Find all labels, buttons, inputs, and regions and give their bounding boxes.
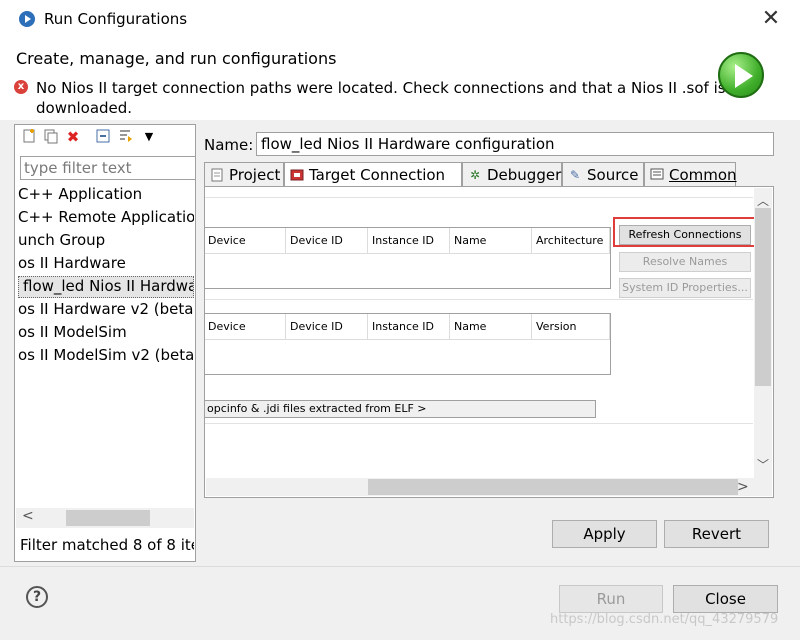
column-header[interactable]: Version <box>532 314 610 340</box>
common-icon <box>650 168 664 182</box>
tab-source[interactable]: ✎ Source <box>562 162 644 186</box>
panel-vertical-thumb[interactable] <box>755 208 771 386</box>
list-item[interactable]: os II Hardware <box>18 254 194 276</box>
tab-label: Target Connection <box>309 166 446 184</box>
list-item-selected[interactable]: flow_led Nios II Hardware configuration <box>18 276 194 298</box>
list-item[interactable]: C++ Remote Application <box>18 208 194 230</box>
list-item[interactable]: os II Hardware v2 (beta) <box>18 300 194 322</box>
dialog-title: Create, manage, and run configurations <box>16 49 337 68</box>
run-banner-icon <box>718 52 764 98</box>
run-button[interactable]: Run <box>559 585 663 613</box>
list-scroll-thumb[interactable] <box>66 510 150 526</box>
tab-common[interactable]: Common <box>644 162 737 186</box>
run-config-app-icon <box>18 10 36 28</box>
column-header[interactable]: Device ID <box>286 314 368 340</box>
column-header[interactable]: Device ID <box>286 228 368 254</box>
column-header[interactable]: Name <box>450 314 532 340</box>
new-config-icon[interactable] <box>20 128 38 146</box>
processors-table[interactable]: Device Device ID Instance ID Name Archit… <box>205 227 611 289</box>
watermark-text: https://blog.csdn.net/qq_43279579 <box>550 612 779 627</box>
scroll-up-icon[interactable]: ︿ <box>757 192 769 209</box>
error-message: No Nios II target connection paths were … <box>36 79 726 117</box>
list-item[interactable]: os II ModelSim v2 (beta) <box>18 346 194 368</box>
filter-status: Filter matched 8 of 8 items <box>20 536 194 554</box>
config-name-input[interactable]: flow_led Nios II Hardware configuration <box>256 132 774 156</box>
scroll-down-icon[interactable]: ﹀ <box>757 456 769 473</box>
column-header[interactable]: Instance ID <box>368 314 450 340</box>
tab-project[interactable]: Project <box>204 162 284 186</box>
filter-input[interactable]: type filter text <box>20 156 196 180</box>
page-icon <box>210 168 224 182</box>
column-header[interactable]: Device <box>205 314 286 340</box>
elf-extraction-field[interactable]: opcinfo & .jdi files extracted from ELF … <box>204 400 596 418</box>
column-header[interactable]: Architecture <box>532 228 610 254</box>
column-header[interactable]: Device <box>205 228 286 254</box>
error-icon: x <box>14 80 28 94</box>
column-header[interactable]: Instance ID <box>368 228 450 254</box>
column-header[interactable]: Name <box>450 228 532 254</box>
tab-strip: Project Target Connection ✲ Debugger ✎ S… <box>204 162 774 186</box>
resolve-names-button[interactable]: Resolve Names <box>619 252 751 272</box>
tab-target-connection[interactable]: Target Connection <box>284 162 462 186</box>
tab-label: Common <box>669 166 737 184</box>
close-button[interactable]: Close <box>673 585 778 613</box>
panel-horizontal-thumb[interactable] <box>368 479 738 495</box>
byte-stream-table[interactable]: Device Device ID Instance ID Name Versio… <box>205 313 611 375</box>
scroll-right-icon[interactable]: > <box>737 479 749 495</box>
connection-icon <box>290 168 304 182</box>
help-icon[interactable]: ? <box>26 586 48 608</box>
collapse-all-icon[interactable] <box>94 128 112 146</box>
source-icon: ✎ <box>569 168 581 182</box>
list-item[interactable]: os II ModelSim <box>18 323 194 345</box>
window-title: Run Configurations <box>44 10 188 28</box>
revert-button[interactable]: Revert <box>664 520 769 548</box>
filter-configs-icon[interactable] <box>116 128 134 146</box>
tab-label: Source <box>587 166 639 184</box>
duplicate-config-icon[interactable] <box>42 128 60 146</box>
delete-config-icon[interactable]: ✖ <box>64 128 82 146</box>
close-window-icon[interactable]: ✕ <box>758 6 784 32</box>
bug-icon: ✲ <box>469 168 481 182</box>
tab-label: Debugger <box>487 166 562 184</box>
name-label: Name: <box>204 136 254 154</box>
tab-debugger[interactable]: ✲ Debugger <box>462 162 562 186</box>
separator <box>0 566 800 567</box>
apply-button[interactable]: Apply <box>552 520 657 548</box>
highlight-annotation <box>613 217 757 247</box>
tab-label: Project <box>229 166 281 184</box>
view-menu-chevron-icon[interactable]: ▼ <box>140 128 158 146</box>
system-id-properties-button[interactable]: System ID Properties... <box>619 278 751 298</box>
list-item[interactable]: unch Group <box>18 231 194 253</box>
config-toolbar: ✖ ▼ <box>16 126 194 150</box>
scroll-left-icon[interactable]: < <box>22 508 34 524</box>
list-item[interactable]: C++ Application <box>18 185 194 207</box>
